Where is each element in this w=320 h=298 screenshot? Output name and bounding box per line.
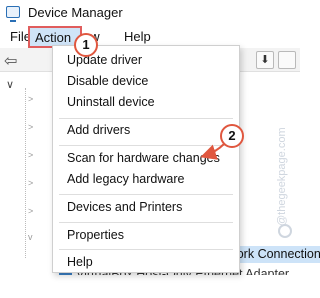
window-title: Device Manager bbox=[28, 5, 123, 20]
menu-item-devices-and-printers[interactable]: Devices and Printers bbox=[67, 200, 182, 214]
menu-item-add-legacy-hardware[interactable]: Add legacy hardware bbox=[67, 172, 184, 186]
chevron-right-icon[interactable]: > bbox=[28, 150, 33, 160]
menu-item-properties[interactable]: Properties bbox=[67, 228, 124, 242]
menu-separator bbox=[59, 145, 233, 146]
chevron-down-icon[interactable]: v bbox=[28, 232, 33, 242]
device-manager-icon bbox=[6, 6, 20, 22]
menu-separator bbox=[59, 249, 233, 250]
menu-item-disable-device[interactable]: Disable device bbox=[67, 74, 148, 88]
chevron-right-icon[interactable]: > bbox=[28, 122, 33, 132]
menu-item-uninstall-device[interactable]: Uninstall device bbox=[67, 95, 155, 109]
menu-item-scan-hardware-changes[interactable]: Scan for hardware changes bbox=[67, 151, 220, 165]
menu-separator bbox=[59, 222, 233, 223]
watermark: @thegeekpage.com bbox=[276, 127, 288, 226]
chevron-right-icon[interactable]: > bbox=[28, 94, 33, 104]
action-menu-dropdown: Update driver Disable device Uninstall d… bbox=[52, 45, 240, 273]
watermark-logo-icon bbox=[278, 224, 292, 238]
back-arrow-icon[interactable]: ⇦ bbox=[4, 51, 17, 71]
step-1-badge: 1 bbox=[74, 33, 98, 57]
menu-help[interactable]: Help bbox=[124, 29, 151, 44]
download-icon[interactable]: ⬇ bbox=[256, 51, 274, 69]
toolbar-button[interactable] bbox=[278, 51, 296, 69]
tree-connector bbox=[25, 88, 26, 258]
chevron-right-icon[interactable]: > bbox=[28, 206, 33, 216]
chevron-right-icon[interactable]: > bbox=[28, 178, 33, 188]
step-2-badge: 2 bbox=[220, 124, 244, 148]
menu-separator bbox=[59, 194, 233, 195]
menu-separator bbox=[59, 118, 233, 119]
menu-item-help[interactable]: Help bbox=[67, 255, 93, 269]
title-bar: Device Manager bbox=[0, 0, 300, 26]
chevron-down-icon[interactable]: ∨ bbox=[6, 78, 14, 91]
menu-item-update-driver[interactable]: Update driver bbox=[67, 53, 142, 67]
menu-item-add-drivers[interactable]: Add drivers bbox=[67, 123, 130, 137]
